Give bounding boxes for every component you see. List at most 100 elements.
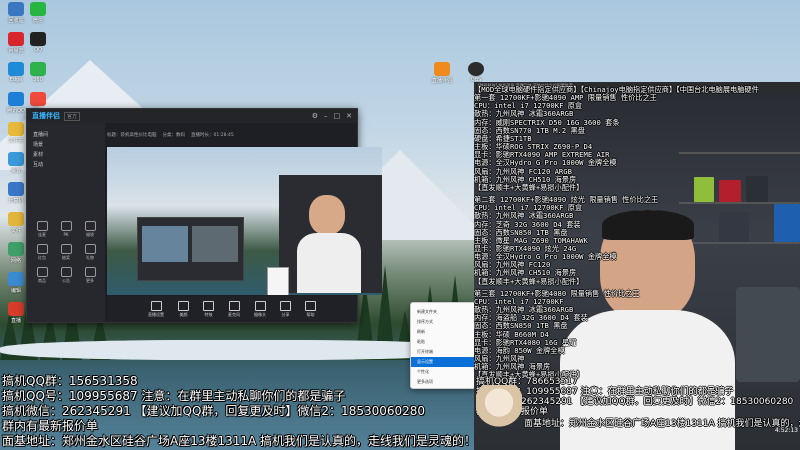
close-icon[interactable]: ✕ xyxy=(346,112,352,120)
taskbar-clock[interactable]: 4:52:13 xyxy=(775,427,798,434)
tool-grid-item[interactable]: 礼物 xyxy=(79,244,101,261)
desktop-icon[interactable]: 文件夹 xyxy=(4,122,28,144)
clock-time: 4:52:13 xyxy=(774,427,798,434)
desktop-icon[interactable]: 腾讯QQ xyxy=(4,92,28,114)
context-menu: 新建文件夹 排序方式 刷新 粘贴 打开终端 显示设置 个性化 更多选项 xyxy=(410,302,476,389)
desktop-icon[interactable]: 编辑 xyxy=(4,272,28,294)
stream-category-text: 分类：数码 xyxy=(162,133,186,138)
context-menu-item[interactable]: 个性化 xyxy=(411,367,475,377)
tool-label: 连麦 xyxy=(38,232,46,237)
desktop-icon[interactable]: 文件 xyxy=(4,212,28,234)
desktop-icon-obs[interactable]: OBS xyxy=(464,62,488,84)
context-menu-item[interactable]: 排序方式 xyxy=(411,317,475,327)
tool-grid-item[interactable]: 公告 xyxy=(55,267,77,284)
toolbar-button[interactable]: 分享 xyxy=(280,300,291,318)
obs-icon xyxy=(468,62,484,76)
tool-grid-item[interactable]: 更多 xyxy=(79,267,101,284)
tool-grid: 连麦 PK 福袋红包 抽奖 礼物商品 公告 更多 xyxy=(31,221,101,284)
desktop-icon-label: 编辑 xyxy=(10,288,21,294)
context-menu-item[interactable]: 新建文件夹 xyxy=(411,307,475,317)
desktop-icon[interactable]: 360 xyxy=(26,62,50,84)
live-app-window: 直播伴侣 官方 ⚙ – □ ✕ 直播间 场景 素材 互动 连麦 PK 福袋 红包 抽奖 礼… xyxy=(26,108,382,323)
mini-context-menu xyxy=(267,267,289,295)
tool-grid-item[interactable]: 红包 xyxy=(31,244,53,261)
desktop-icon[interactable]: 网易云 xyxy=(4,32,28,54)
tool-grid-item[interactable]: 连麦 xyxy=(31,221,53,238)
toolbar-button[interactable]: 麦克风 xyxy=(228,300,240,318)
tool-icon xyxy=(84,267,96,277)
sidebar-item-room[interactable]: 直播间 xyxy=(33,131,99,138)
toolbar-button[interactable]: 特效 xyxy=(203,300,214,318)
price-list-line: 【直发顺丰+大黄蜂+易损小配件】 xyxy=(474,276,584,286)
tool-grid-item[interactable]: 抽奖 xyxy=(55,244,77,261)
sidebar-item-assets[interactable]: 素材 xyxy=(33,151,99,158)
toolbar-icon xyxy=(203,300,214,311)
caption-qq-number: 搞机QQ号：109955687 注意：在群里主动私聊你们的都是骗子 xyxy=(2,389,346,403)
sidebar-item-interact[interactable]: 互动 xyxy=(33,161,99,168)
caption-address: 面基地址：郑州金水区硅谷广场A座13楼1311A 搞机我们是认真的，走线我们是灵… xyxy=(2,434,477,448)
app-icon xyxy=(8,302,24,316)
desktop-icon[interactable]: 微信 xyxy=(26,2,50,24)
tool-grid-item[interactable]: 福袋 xyxy=(79,221,101,238)
context-menu-item[interactable]: 打开终端 xyxy=(411,347,475,357)
context-menu-item[interactable]: 显示设置 xyxy=(411,357,475,367)
tool-label: 福袋 xyxy=(86,232,94,237)
tool-icon xyxy=(36,244,48,254)
desktop-icon-label: Edge xyxy=(9,77,23,83)
stream-title-text: 标题：装机高性价比电脑 xyxy=(107,133,157,138)
toolbar-button[interactable]: 美颜 xyxy=(178,300,189,318)
desktop-icon[interactable]: QQ xyxy=(26,32,50,54)
toolbar-button[interactable]: 摄像头 xyxy=(254,300,266,318)
toolbar-icon xyxy=(305,300,316,311)
tool-grid-item[interactable]: 商品 xyxy=(31,267,53,284)
desktop-icon[interactable]: 设置 xyxy=(4,152,28,174)
tool-label: 商品 xyxy=(38,278,46,283)
desktop-icon-label: 直播 xyxy=(10,318,21,324)
app-icon xyxy=(8,92,24,106)
person-shirt xyxy=(297,233,361,293)
sidebar-item-scene[interactable]: 场景 xyxy=(33,141,99,148)
app-icon xyxy=(30,2,46,16)
app-icon xyxy=(8,2,24,16)
desktop-icon-label: 回收站 xyxy=(8,18,24,24)
settings-icon[interactable]: ⚙ xyxy=(312,112,318,120)
toolbar-button[interactable]: 帮助 xyxy=(305,300,316,318)
price-list-overlay: 【MOD全球电脑硬件指定供应商】【Chinajoy电脑指定供应商】【中国台北电脑… xyxy=(474,85,800,379)
toolbar-label: 特效 xyxy=(204,311,213,317)
minimize-icon[interactable]: – xyxy=(324,112,328,120)
tool-label: PK xyxy=(63,232,69,237)
live-companion-icon xyxy=(434,62,450,76)
app-bottom-toolbar: 直播设置 美颜 特效 麦克风 摄像头 分享 帮助 xyxy=(107,296,357,322)
tool-grid-item[interactable]: PK xyxy=(55,221,77,238)
person-head xyxy=(309,195,345,235)
desktop-icon[interactable]: 计算机 xyxy=(4,182,28,204)
stream-duration-text: 直播时长：01:28:45 xyxy=(191,133,234,138)
toolbar-label: 直播设置 xyxy=(148,311,164,317)
desktop-icon[interactable]: 回收站 xyxy=(4,2,28,24)
toolbar-icon xyxy=(228,300,240,311)
app-icon xyxy=(8,152,24,166)
app-badge: 官方 xyxy=(64,111,81,121)
maximize-icon[interactable]: □ xyxy=(334,112,341,120)
video-player-window: [数码科技] 装机现场 直播回放 高性价比主机配置推荐 【MOD全球电脑硬件指定… xyxy=(474,82,800,450)
stream-preview[interactable] xyxy=(107,147,382,295)
tool-icon xyxy=(84,244,96,254)
desktop-icon-label: 计算机 xyxy=(8,198,24,204)
context-menu-item[interactable]: 刷新 xyxy=(411,327,475,337)
context-menu-item[interactable]: 粘贴 xyxy=(411,337,475,347)
tool-icon xyxy=(60,244,72,254)
tool-label: 礼物 xyxy=(86,255,94,260)
toolbar-icon xyxy=(280,300,291,311)
desktop-icon-label: 网络 xyxy=(10,258,21,264)
nested-preview xyxy=(142,226,188,262)
desktop-icon[interactable]: 直播 xyxy=(4,302,28,324)
desktop-icon-live-companion[interactable]: 直播伴侣 xyxy=(430,62,454,84)
desktop-icon[interactable]: 网络 xyxy=(4,242,28,264)
toolbar-button[interactable]: 直播设置 xyxy=(148,300,164,318)
context-menu-item[interactable]: 更多选项 xyxy=(411,377,475,387)
desktop-icon[interactable]: Edge xyxy=(4,62,28,84)
app-icon xyxy=(8,242,24,256)
toolbar-icon xyxy=(254,300,266,311)
tool-icon xyxy=(84,221,96,231)
caption-price-list: 群内有最新报价单 xyxy=(2,419,99,433)
